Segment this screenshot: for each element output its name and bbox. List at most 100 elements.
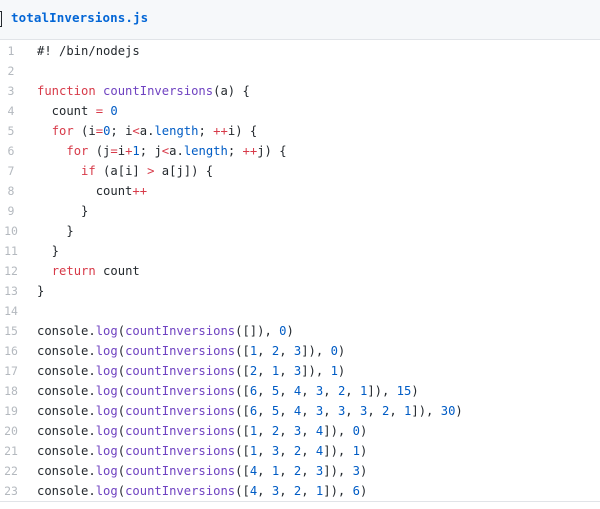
line-number[interactable]: 2 (0, 61, 22, 81)
line-number[interactable]: 17 (0, 361, 22, 381)
code-token: j) { (257, 144, 287, 158)
code-text: console.log(countInversions([2, 1, 3]), … (37, 361, 345, 381)
line-number[interactable]: 11 (0, 241, 22, 261)
line-number[interactable]: 18 (0, 381, 22, 401)
line-number[interactable]: 16 (0, 341, 22, 361)
code-token: ) (359, 484, 368, 498)
code-token: length (154, 124, 199, 138)
line-number[interactable]: 3 (0, 81, 22, 101)
code-token: , (279, 424, 294, 438)
code-token: ([ (235, 364, 250, 378)
code-token: = (95, 104, 104, 118)
code-line: 15 console.log(countInversions([]), 0) (0, 321, 600, 341)
line-number[interactable]: 6 (0, 141, 22, 161)
code-token: } (37, 284, 45, 298)
code-token: , (279, 484, 294, 498)
code-token: , (257, 464, 272, 478)
code-token: a[j]) { (154, 164, 214, 178)
code-token: a. (139, 124, 155, 138)
line-number[interactable]: 15 (0, 321, 22, 341)
code-token: ( (117, 484, 126, 498)
code-token: ( (117, 324, 126, 338)
code-token: ( (117, 404, 126, 418)
line-number[interactable]: 4 (0, 101, 22, 121)
code-token: , (279, 344, 294, 358)
code-token: console. (37, 424, 96, 438)
line-number[interactable]: 22 (0, 461, 22, 481)
code-token: 1 (132, 144, 140, 158)
code-token: ([ (235, 444, 250, 458)
code-token: ( (117, 424, 126, 438)
code-token: , (257, 404, 272, 418)
code-token: ( (117, 444, 126, 458)
code-token: } (37, 204, 89, 218)
code-token: console. (37, 444, 96, 458)
line-number[interactable]: 21 (0, 441, 22, 461)
code-token: console. (37, 384, 96, 398)
code-text: } (37, 281, 44, 301)
code-token: console. (37, 324, 96, 338)
line-number[interactable]: 20 (0, 421, 22, 441)
code-token: (a[i] (95, 164, 148, 178)
code-token: count (37, 104, 96, 118)
code-line: 18 console.log(countInversions([6, 5, 4, … (0, 381, 600, 401)
line-number[interactable]: 7 (0, 161, 22, 181)
code-token: ; (198, 124, 214, 138)
code-line: 17 console.log(countInversions([2, 1, 3])… (0, 361, 600, 381)
code-token: 15 (396, 384, 412, 398)
code-token: countInversions (125, 384, 236, 398)
line-number[interactable]: 5 (0, 121, 22, 141)
line-number[interactable]: 10 (0, 221, 22, 241)
code-token: countInversions (125, 444, 236, 458)
code-token: (i (73, 124, 96, 138)
code-token: 0 (352, 424, 360, 438)
code-token: 0 (279, 324, 287, 338)
line-number[interactable]: 1 (0, 41, 22, 61)
line-number[interactable]: 9 (0, 201, 22, 221)
code-token: ) (337, 344, 346, 358)
code-token: log (95, 464, 118, 478)
code-token: 1 (352, 444, 360, 458)
code-token: console. (37, 404, 96, 418)
code-token: log (95, 484, 118, 498)
code-line: 20 console.log(countInversions([1, 2, 3, … (0, 421, 600, 441)
code-token: , (389, 404, 405, 418)
code-token: console. (37, 364, 96, 378)
code-token: , (279, 464, 294, 478)
code-line: 1 #! /bin/nodejs (0, 41, 600, 61)
code-token: count (37, 184, 133, 198)
code-token: if (81, 164, 96, 178)
code-token: countInversions (103, 84, 214, 98)
code-text: for (i=0; i<a.length; ++i) { (37, 121, 258, 141)
code-token: , (345, 384, 360, 398)
code-token: , (323, 404, 338, 418)
line-number[interactable]: 8 (0, 181, 22, 201)
code-token: ]), (323, 424, 353, 438)
code-token: , (301, 404, 316, 418)
line-number[interactable]: 12 (0, 261, 22, 281)
code-token: countInversions (125, 344, 236, 358)
line-number[interactable]: 23 (0, 481, 22, 501)
code-token: ([ (235, 344, 250, 358)
code-token: log (95, 384, 118, 398)
code-text: } (37, 241, 59, 261)
code-token: log (95, 404, 118, 418)
code-token: ) (286, 324, 294, 338)
code-token: #! /bin/nodejs (37, 44, 140, 58)
line-number[interactable]: 19 (0, 401, 22, 421)
file-name-link[interactable]: totalInversions.js (11, 10, 148, 25)
code-text: function countInversions(a) { (37, 81, 250, 101)
code-token: ++ (242, 144, 258, 158)
code-line: 22 console.log(countInversions([4, 1, 2, … (0, 461, 600, 481)
code-token: countInversions (125, 324, 236, 338)
code-token: 0 (110, 104, 118, 118)
code-token: ]), (367, 384, 397, 398)
code-token: , (323, 384, 338, 398)
code-token: (a) { (213, 84, 250, 98)
line-number[interactable]: 14 (0, 301, 22, 321)
line-number[interactable]: 13 (0, 281, 22, 301)
code-token: , (301, 444, 316, 458)
